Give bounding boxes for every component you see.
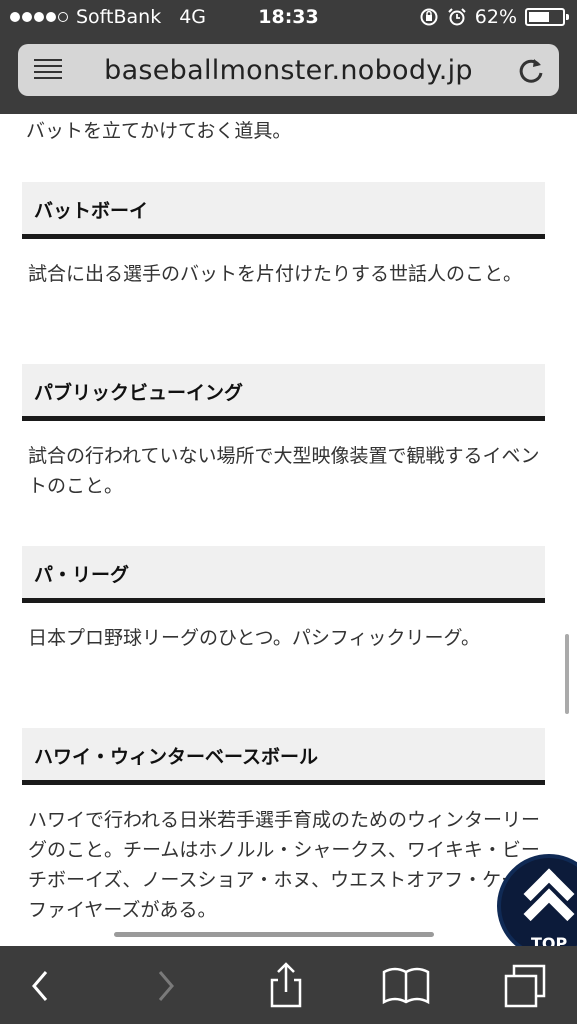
term-title: パ・リーグ — [34, 564, 130, 586]
tabs-button[interactable] — [498, 958, 554, 1014]
battery-icon — [525, 8, 569, 26]
battery-fill — [529, 12, 549, 22]
battery-percent: 62% — [474, 6, 517, 28]
term-description: ハワイで行われる日米若手選手育成のためのウィンターリーグのこと。チームはホノルル… — [28, 809, 541, 921]
scrollbar-thumb[interactable] — [565, 634, 569, 714]
term-title: バットボーイ — [34, 200, 149, 222]
forward-button[interactable] — [138, 958, 194, 1014]
scroll-indicator — [114, 932, 434, 937]
url-text[interactable]: baseballmonster.nobody.jp — [18, 55, 559, 86]
term-title: パブリックビューイング — [34, 382, 244, 404]
term-heading: パブリックビューイング — [22, 364, 545, 421]
page-content: バットを立てかけておく道具。 バットボーイ 試合に出る選手のバットを片付けたりす… — [0, 114, 577, 946]
bookmarks-icon — [382, 967, 430, 1005]
term-description: バットを立てかけておく道具。 — [26, 120, 292, 142]
term-heading: バットボーイ — [22, 182, 545, 239]
term-description: 試合に出る選手のバットを片付けたりする世話人のこと。 — [28, 263, 523, 285]
share-icon — [270, 962, 302, 1008]
top-button-label: TOP — [531, 934, 568, 946]
term-description: 日本プロ野球リーグのひとつ。パシフィックリーグ。 — [28, 627, 481, 649]
back-button[interactable] — [12, 958, 68, 1014]
status-right: 62% — [419, 6, 569, 28]
status-bar: SoftBank 4G 18:33 62% — [0, 0, 577, 36]
term-heading: パ・リーグ — [22, 546, 545, 603]
address-bar[interactable]: baseballmonster.nobody.jp — [18, 44, 559, 96]
term-title: ハワイ・ウィンターベースボール — [34, 746, 319, 768]
reload-icon[interactable] — [515, 54, 547, 86]
browser-toolbar: baseballmonster.nobody.jp — [0, 36, 577, 114]
share-button[interactable] — [258, 958, 314, 1014]
term-entry: バットボーイ 試合に出る選手のバットを片付けたりする世話人のこと。 — [22, 182, 545, 289]
term-description: 試合の行われていない場所で大型映像装置で観戦するイベントのこと。 — [28, 445, 540, 497]
term-entry: パブリックビューイング 試合の行われていない場所で大型映像装置で観戦するイベント… — [22, 364, 545, 501]
tabs-icon — [504, 964, 546, 1008]
alarm-icon — [448, 8, 466, 26]
bookmarks-button[interactable] — [378, 958, 434, 1014]
forward-icon — [158, 971, 174, 1001]
term-heading: ハワイ・ウィンターベースボール — [22, 728, 545, 785]
rotation-lock-icon — [420, 8, 438, 26]
term-entry: ハワイ・ウィンターベースボール ハワイで行われる日米若手選手育成のためのウィンタ… — [22, 728, 545, 925]
term-entry: パ・リーグ 日本プロ野球リーグのひとつ。パシフィックリーグ。 — [22, 546, 545, 653]
back-icon — [32, 971, 48, 1001]
bottom-toolbar — [0, 946, 577, 1024]
